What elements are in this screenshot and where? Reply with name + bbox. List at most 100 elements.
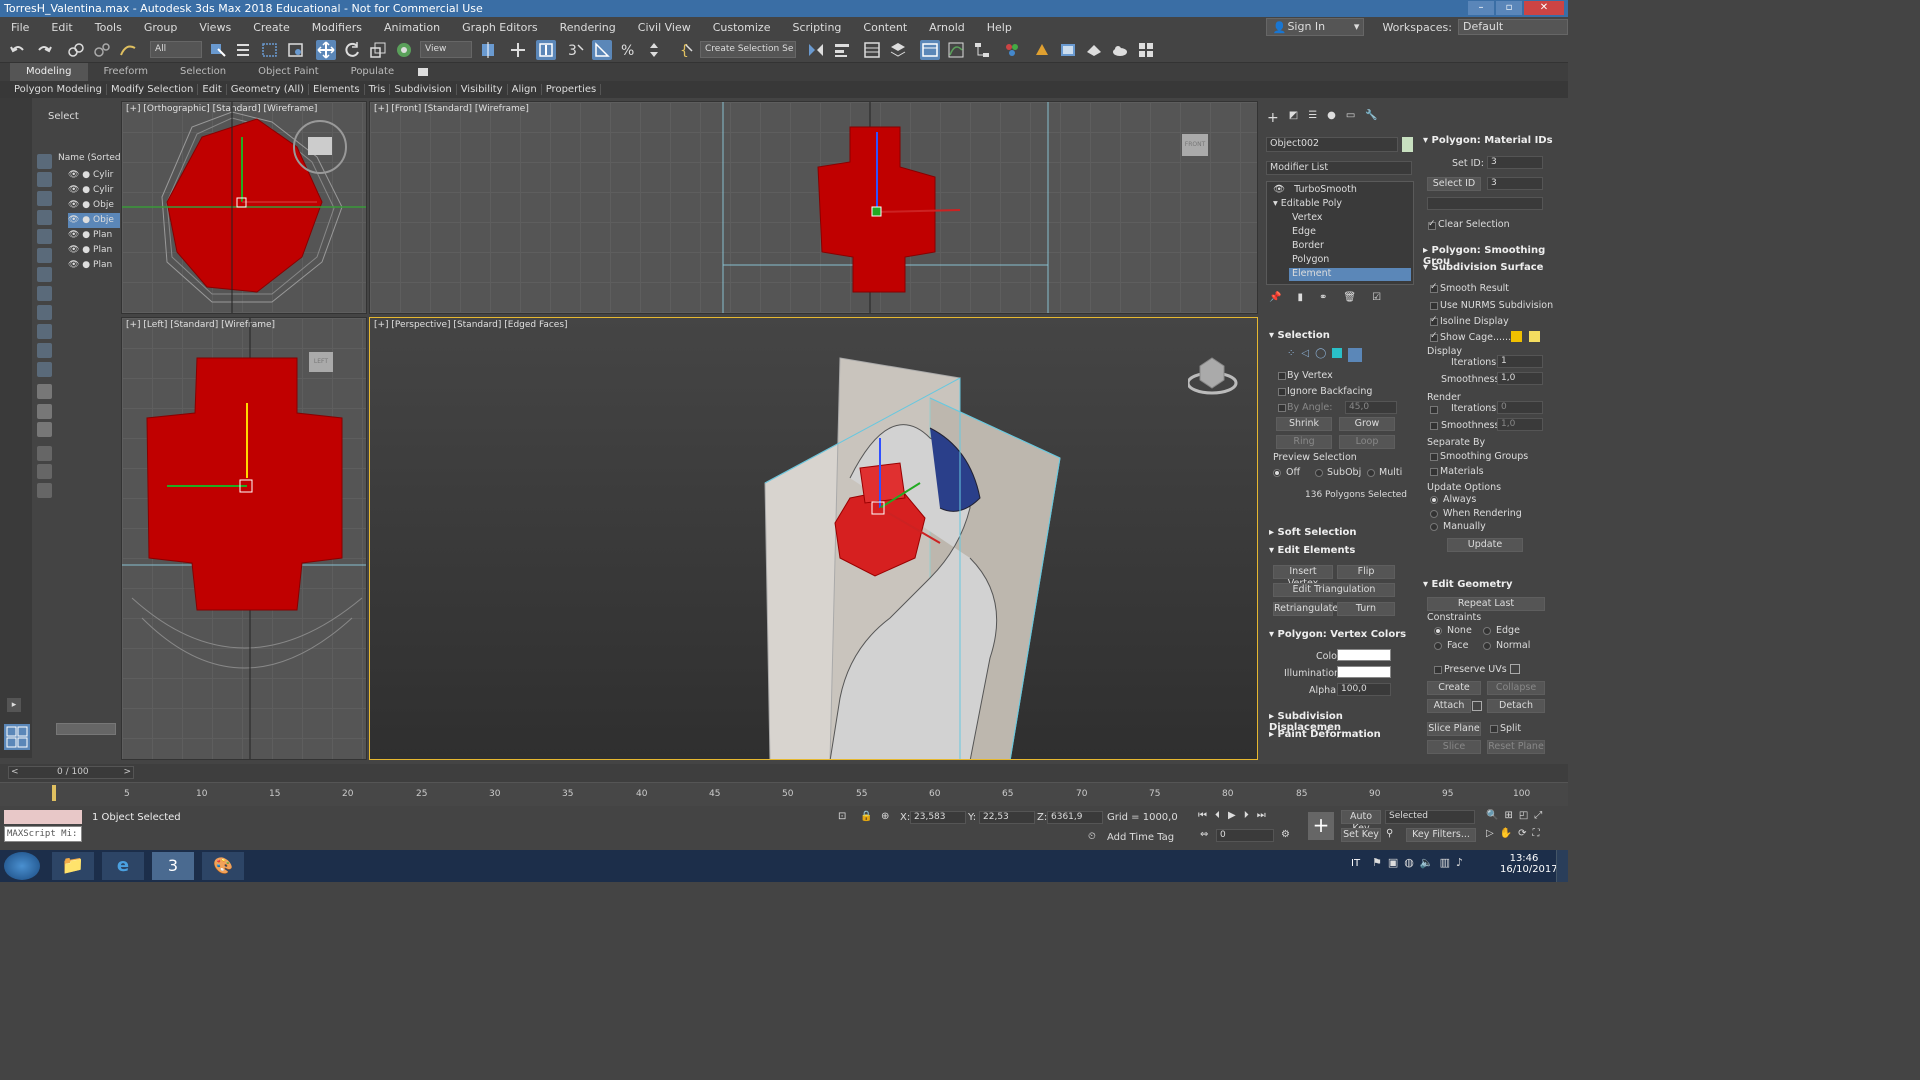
tab-selection[interactable]: Selection xyxy=(164,63,242,81)
time-tag-icon[interactable]: ⏲ xyxy=(1088,831,1096,842)
retriangulate-button[interactable]: Retriangulate xyxy=(1273,602,1338,616)
panel-properties[interactable]: Properties xyxy=(542,84,602,95)
attach-button[interactable]: Attach xyxy=(1427,699,1471,713)
preserve-uvs-settings-icon[interactable] xyxy=(1510,664,1520,674)
select-id-input[interactable]: 3 xyxy=(1487,177,1543,190)
display-frozen-icon[interactable] xyxy=(37,362,52,377)
maxscript-listener-output[interactable] xyxy=(4,810,82,824)
paint-deformation-rollout-title[interactable]: ▸ Paint Deformation xyxy=(1269,729,1381,740)
update-manually-radio[interactable] xyxy=(1430,523,1438,531)
absolute-mode-icon[interactable]: ⊕ xyxy=(881,811,889,822)
element-mode-icon[interactable] xyxy=(1348,348,1363,362)
undo-icon[interactable] xyxy=(8,40,28,60)
schematic-view-icon[interactable] xyxy=(972,40,992,60)
separate-smoothing-groups-checkbox[interactable] xyxy=(1430,453,1438,461)
menu-tools[interactable]: Tools xyxy=(84,21,133,34)
material-name-dropdown[interactable] xyxy=(1427,197,1543,210)
pivot-center-icon[interactable] xyxy=(478,40,498,60)
stack-item-turbosmooth[interactable]: 👁 TurboSmooth xyxy=(1273,184,1413,195)
key-filters-button[interactable]: Key Filters... xyxy=(1406,828,1476,842)
pan-icon[interactable]: ✋ xyxy=(1500,828,1512,839)
display-none-icon[interactable] xyxy=(37,404,52,419)
mirror-icon[interactable] xyxy=(806,40,826,60)
scale-icon[interactable] xyxy=(368,40,388,60)
tray-app-icon[interactable]: ▣ xyxy=(1388,856,1398,869)
selection-lock-icon[interactable]: 🔒 xyxy=(860,811,872,822)
set-keys-icon[interactable]: + xyxy=(1308,812,1334,840)
constraint-normal-radio[interactable] xyxy=(1483,642,1491,650)
display-tab-icon[interactable]: ▭ xyxy=(1346,110,1355,128)
edit-triangulation-button[interactable]: Edit Triangulation xyxy=(1273,583,1395,597)
viewcube[interactable]: LEFT xyxy=(309,352,333,372)
list-item-selected[interactable]: 👁 ● Obje xyxy=(68,213,120,228)
stack-item-vertex[interactable]: Vertex xyxy=(1292,212,1323,223)
set-key-button[interactable]: Set Key xyxy=(1341,828,1381,842)
time-slider-next-icon[interactable]: > xyxy=(123,767,131,777)
key-filter-icon[interactable]: ⚲ xyxy=(1386,828,1393,839)
maximize-button[interactable]: ▫ xyxy=(1496,1,1522,15)
taskbar-clock[interactable]: 13:46 16/10/2017 xyxy=(1500,853,1558,875)
slice-button[interactable]: Slice xyxy=(1427,740,1481,754)
add-time-tag[interactable]: Add Time Tag xyxy=(1107,832,1174,843)
current-frame-marker[interactable] xyxy=(52,785,56,801)
display-all-icon[interactable] xyxy=(37,384,52,399)
configure-modifier-sets-icon[interactable]: ☑ xyxy=(1372,292,1381,306)
close-button[interactable]: ✕ xyxy=(1524,1,1564,15)
preview-multi-radio[interactable] xyxy=(1367,469,1375,477)
tab-freeform[interactable]: Freeform xyxy=(88,63,165,81)
object-name-input[interactable]: Object002 xyxy=(1266,137,1398,152)
field-of-view-icon[interactable]: ▷ xyxy=(1486,828,1494,839)
viewport-perspective[interactable]: [+] [Perspective] [Standard] [Edged Face… xyxy=(369,317,1258,760)
a360-gallery-icon[interactable] xyxy=(1136,40,1156,60)
panel-geometry-all[interactable]: Geometry (All) xyxy=(227,84,309,95)
current-frame-input[interactable]: 0 xyxy=(1216,829,1274,842)
preview-subobj-radio[interactable] xyxy=(1315,469,1323,477)
tab-object-paint[interactable]: Object Paint xyxy=(242,63,335,81)
play-icon[interactable]: ▶ xyxy=(1228,810,1236,821)
select-by-name-icon[interactable] xyxy=(234,40,254,60)
make-unique-icon[interactable]: ⚭ xyxy=(1319,292,1327,306)
menu-graph-editors[interactable]: Graph Editors xyxy=(451,21,549,34)
scene-horizontal-scrollbar[interactable] xyxy=(56,723,116,735)
minimize-button[interactable]: – xyxy=(1468,1,1494,15)
list-item[interactable]: 👁 ● Plan xyxy=(68,243,120,258)
edit-geometry-rollout-title[interactable]: ▾ Edit Geometry xyxy=(1423,579,1513,590)
render-in-cloud-icon[interactable] xyxy=(1110,40,1130,60)
polygon-mode-icon[interactable] xyxy=(1332,348,1343,358)
selection-filter-dropdown[interactable]: All xyxy=(150,41,202,58)
viewport-orthographic[interactable]: [+] [Orthographic] [Standard] [Wireframe… xyxy=(121,101,367,314)
select-id-button[interactable]: Select ID xyxy=(1427,177,1481,191)
sign-in-button[interactable]: 👤 Sign In ▾ xyxy=(1266,18,1365,36)
snaps-toggle-icon[interactable]: 3 xyxy=(566,40,586,60)
by-angle-input[interactable]: 45,0 xyxy=(1345,401,1397,414)
start-button[interactable] xyxy=(4,852,40,880)
preserve-uvs-checkbox[interactable] xyxy=(1434,666,1442,674)
list-item[interactable]: 👁 ● Cylir xyxy=(68,168,120,183)
constraint-none-radio[interactable] xyxy=(1434,627,1442,635)
display-objects-icon[interactable] xyxy=(37,154,52,169)
rectangular-selection-icon[interactable] xyxy=(260,40,280,60)
create-tab-icon[interactable]: + xyxy=(1267,110,1279,128)
angle-snap-icon[interactable] xyxy=(592,40,612,60)
display-helpers-icon[interactable] xyxy=(37,248,52,263)
material-editor-icon[interactable] xyxy=(1002,40,1022,60)
named-selection-dropdown[interactable]: Create Selection Se xyxy=(700,41,796,58)
panel-elements[interactable]: Elements xyxy=(309,84,365,95)
preview-off-radio[interactable] xyxy=(1273,469,1281,477)
keyboard-shortcut-override-icon[interactable] xyxy=(536,40,556,60)
tray-flag-icon[interactable]: ⚑ xyxy=(1372,856,1382,869)
create-button[interactable]: Create xyxy=(1427,681,1481,695)
internet-explorer-icon[interactable]: e xyxy=(102,852,144,880)
menu-modifiers[interactable]: Modifiers xyxy=(301,21,373,34)
display-geometry-icon[interactable] xyxy=(37,172,52,187)
redo-icon[interactable] xyxy=(34,40,54,60)
file-explorer-icon[interactable]: 📁 xyxy=(52,852,94,880)
panel-subdivision[interactable]: Subdivision xyxy=(390,84,457,95)
soft-selection-rollout-title[interactable]: ▸ Soft Selection xyxy=(1269,527,1357,538)
paint-taskbar-icon[interactable]: 🎨 xyxy=(202,852,244,880)
panel-visibility[interactable]: Visibility xyxy=(457,84,508,95)
time-slider-prev-icon[interactable]: < xyxy=(11,767,19,777)
auto-key-button[interactable]: Auto Key xyxy=(1341,810,1381,834)
next-frame-icon[interactable]: ⏵ xyxy=(1244,810,1249,821)
selection-rollout-title[interactable]: ▾ Selection xyxy=(1269,330,1330,341)
